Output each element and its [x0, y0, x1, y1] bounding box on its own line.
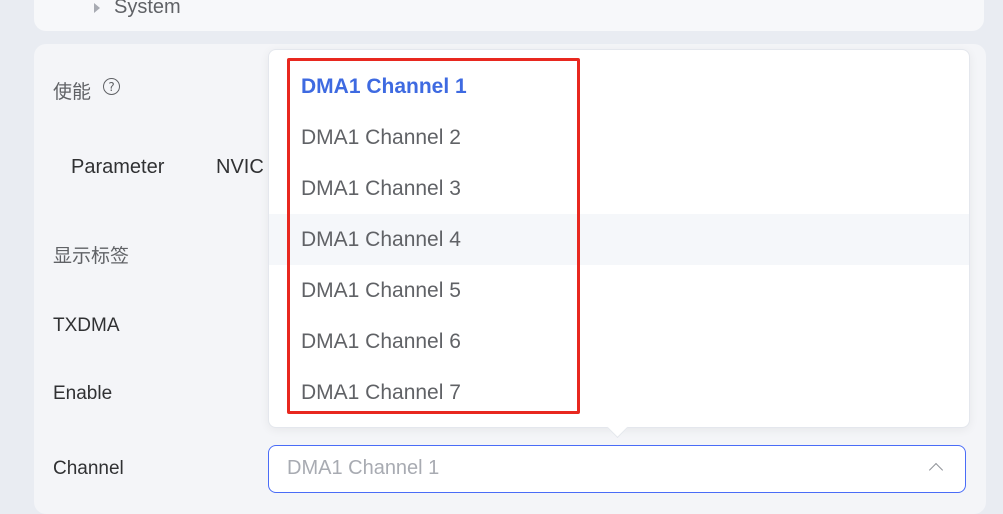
tab-nvic[interactable]: NVIC — [216, 156, 264, 179]
txdma-label: TXDMA — [53, 315, 120, 336]
caret-right-icon[interactable] — [94, 2, 100, 13]
dropdown-option[interactable]: DMA1 Channel 1 — [269, 61, 969, 112]
dropdown-option[interactable]: DMA1 Channel 3 — [269, 163, 969, 214]
dropdown-option[interactable]: DMA1 Channel 2 — [269, 112, 969, 163]
display-label: 显示标签 — [53, 246, 130, 267]
chevron-up-icon[interactable] — [928, 462, 944, 478]
dropdown-option[interactable]: DMA1 Channel 6 — [269, 316, 969, 367]
enable-en-label: Enable — [53, 383, 113, 404]
dropdown-option[interactable]: DMA1 Channel 4 — [269, 214, 969, 265]
tree-item-label: System — [114, 0, 181, 18]
tab-parameter[interactable]: Parameter — [71, 156, 164, 179]
dropdown-option[interactable]: DMA1 Channel 7 — [269, 367, 969, 418]
enable-label: 使能 — [53, 82, 92, 103]
channel-select[interactable]: DMA1 Channel 1 — [268, 445, 966, 493]
channel-select-value: DMA1 Channel 1 — [287, 457, 440, 479]
system-tree-card: System — [34, 0, 984, 31]
tree-item-system[interactable]: System — [94, 0, 181, 19]
question-circle-icon[interactable]: ? — [103, 78, 120, 95]
channel-label: Channel — [53, 458, 124, 479]
dropdown-option[interactable]: DMA1 Channel 5 — [269, 265, 969, 316]
channel-dropdown-menu: DMA1 Channel 1 DMA1 Channel 2 DMA1 Channel… — [268, 49, 970, 428]
